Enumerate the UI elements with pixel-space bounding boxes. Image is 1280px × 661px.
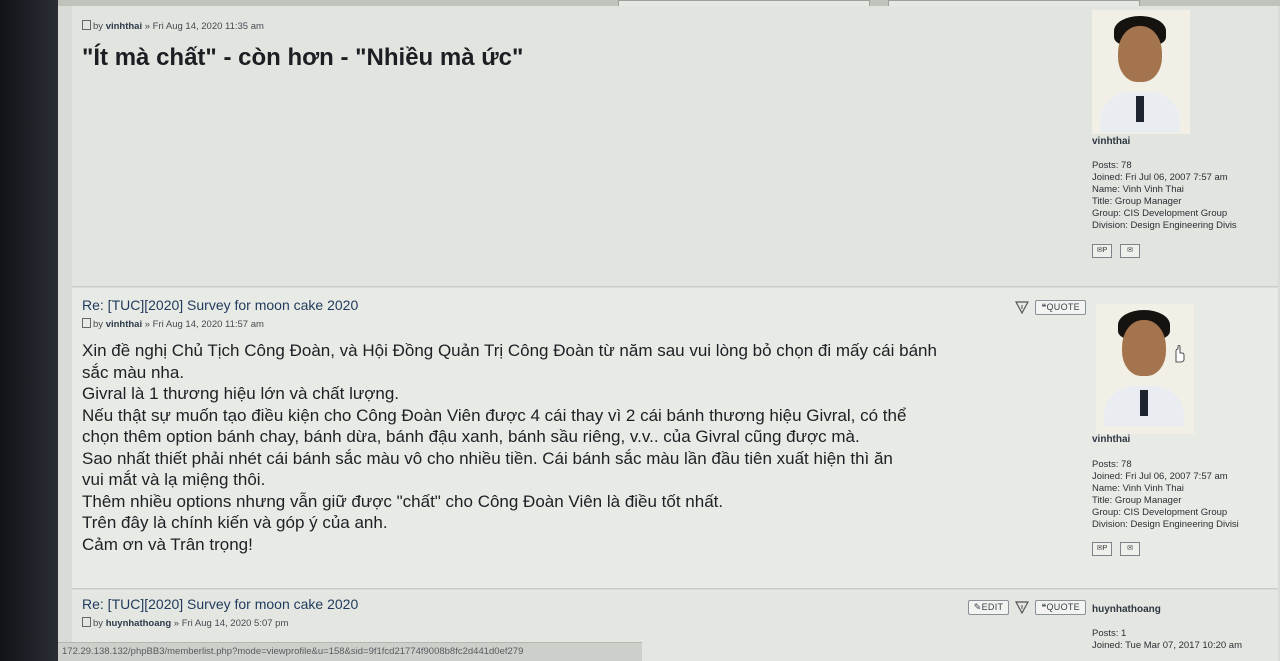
status-bar: 172.29.138.132/phpBB3/memberlist.php?mod… bbox=[58, 642, 642, 661]
profile-username[interactable]: vinhthai bbox=[1092, 136, 1130, 147]
author-link[interactable]: vinhthai bbox=[106, 319, 142, 330]
post-author-line: by vinhthai » Fri Aug 14, 2020 11:35 am bbox=[82, 20, 264, 32]
post-file-icon bbox=[82, 318, 91, 328]
post-file-icon bbox=[82, 617, 91, 627]
email-icon[interactable]: ✉ bbox=[1120, 542, 1140, 556]
post-author-line: by huynhathoang » Fri Aug 14, 2020 5:07 … bbox=[82, 617, 288, 629]
post-content: Xin đề nghị Chủ Tịch Công Đoàn, và Hội Đ… bbox=[82, 341, 937, 554]
quote-button[interactable]: ❝QUOTE bbox=[1035, 600, 1086, 615]
pm-icon[interactable]: ✉P bbox=[1092, 244, 1112, 258]
profile-stats: Posts: 78 Joined: Fri Jul 06, 2007 7:57 … bbox=[1092, 160, 1237, 231]
author-link[interactable]: huynhathoang bbox=[106, 618, 171, 629]
avatar[interactable] bbox=[1092, 10, 1190, 134]
post-content-text: "Ít mà chất" - còn hơn - "Nhiều mà ức" bbox=[82, 44, 524, 71]
post-buttons: ❝QUOTE bbox=[1015, 300, 1086, 315]
author-link[interactable]: vinhthai bbox=[106, 21, 142, 32]
pm-icon[interactable]: ✉P bbox=[1092, 542, 1112, 556]
monitor-bezel bbox=[0, 0, 58, 661]
hand-cursor-icon bbox=[1175, 345, 1185, 363]
profile-actions: ✉P ✉ bbox=[1092, 542, 1140, 556]
email-icon[interactable]: ✉ bbox=[1120, 244, 1140, 258]
report-icon[interactable] bbox=[1015, 301, 1030, 314]
post-title[interactable]: Re: [TUC][2020] Survey for moon cake 202… bbox=[82, 297, 358, 313]
post-file-icon bbox=[82, 20, 91, 30]
forum-post: Re: [TUC][2020] Survey for moon cake 202… bbox=[72, 288, 1278, 589]
profile-stats: Posts: 1 Joined: Tue Mar 07, 2017 10:20 … bbox=[1092, 628, 1242, 651]
report-icon[interactable] bbox=[1015, 601, 1030, 614]
post-author-line: by vinhthai » Fri Aug 14, 2020 11:57 am bbox=[82, 318, 264, 330]
profile-username[interactable]: huynhathoang bbox=[1092, 604, 1161, 615]
profile-username[interactable]: vinhthai bbox=[1092, 434, 1130, 445]
browser-viewport: by vinhthai » Fri Aug 14, 2020 11:35 am … bbox=[58, 0, 1280, 661]
post-buttons: ✎EDIT ❝QUOTE bbox=[967, 600, 1086, 615]
profile-actions: ✉P ✉ bbox=[1092, 244, 1140, 258]
edit-button[interactable]: ✎EDIT bbox=[967, 600, 1010, 615]
avatar[interactable] bbox=[1096, 304, 1194, 434]
forum-post: by vinhthai » Fri Aug 14, 2020 11:35 am … bbox=[72, 6, 1278, 287]
profile-stats: Posts: 78 Joined: Fri Jul 06, 2007 7:57 … bbox=[1092, 459, 1239, 530]
quote-button[interactable]: ❝QUOTE bbox=[1035, 300, 1086, 315]
post-title[interactable]: Re: [TUC][2020] Survey for moon cake 202… bbox=[82, 596, 358, 612]
